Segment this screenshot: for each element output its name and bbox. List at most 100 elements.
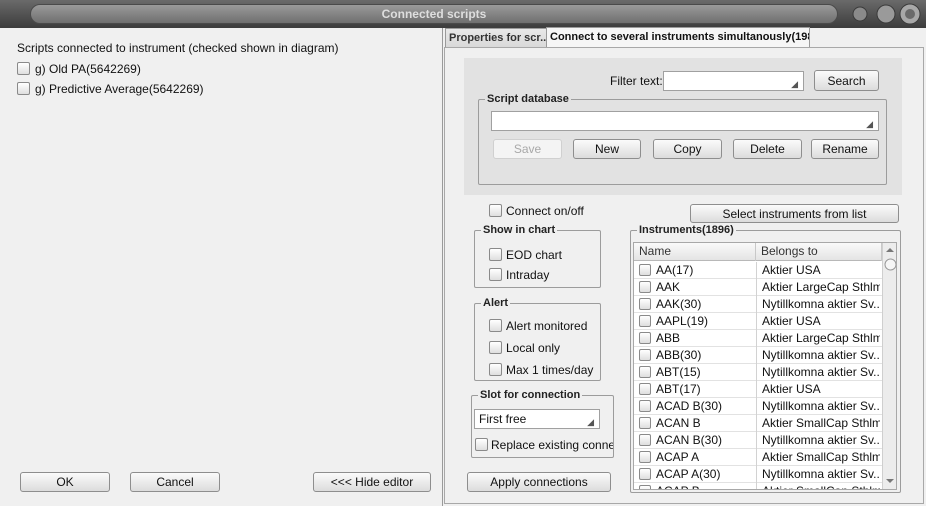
instrument-belongs-to: Nytillkomna aktier Sv...	[762, 399, 880, 413]
instrument-row[interactable]: ABT(17) Aktier USA	[634, 381, 882, 398]
instrument-row[interactable]: AAPL(19) Aktier USA	[634, 313, 882, 330]
instrument-checkbox[interactable]	[639, 349, 651, 361]
instrument-checkbox[interactable]	[639, 451, 651, 463]
instrument-name: ACAN B	[656, 416, 701, 430]
instrument-row[interactable]: ABB Aktier LargeCap Sthlm	[634, 330, 882, 347]
slot-combo[interactable]: First free ◢	[474, 409, 600, 429]
instrument-name: AA(17)	[656, 263, 694, 277]
column-header-name[interactable]: Name	[634, 243, 756, 261]
select-instruments-from-list-button[interactable]: Select instruments from list	[690, 204, 899, 223]
instrument-belongs-to: Aktier USA	[762, 263, 821, 277]
instrument-row[interactable]: ACAD B(30) Nytillkomna aktier Sv...	[634, 398, 882, 415]
replace-existing-option[interactable]: Replace existing connecti	[475, 438, 613, 454]
delete-button[interactable]: Delete	[733, 139, 802, 159]
instrument-checkbox[interactable]	[639, 298, 651, 310]
column-separator	[756, 279, 757, 296]
intraday-label: Intraday	[506, 268, 550, 282]
column-separator	[756, 262, 757, 279]
instrument-row[interactable]: ACAP A(30) Nytillkomna aktier Sv...	[634, 466, 882, 483]
scroll-thumb[interactable]	[884, 258, 897, 271]
dropdown-arrow-icon: ◢	[791, 79, 798, 89]
script-database-combo[interactable]: ◢	[491, 111, 879, 131]
instrument-belongs-to: Nytillkomna aktier Sv...	[762, 297, 880, 311]
script-checkbox[interactable]	[17, 82, 30, 95]
new-button[interactable]: New	[573, 139, 641, 159]
column-separator	[756, 398, 757, 415]
instrument-row[interactable]: ACAP B Aktier SmallCap Sthlm	[634, 483, 882, 489]
instrument-checkbox[interactable]	[639, 468, 651, 480]
save-button[interactable]: Save	[493, 139, 562, 159]
instrument-name: ACAP A	[656, 450, 700, 464]
apply-connections-button[interactable]: Apply connections	[467, 472, 611, 492]
intraday-checkbox[interactable]	[489, 268, 502, 281]
instruments-list[interactable]: Name Belongs to AA(17) Aktier USA AAK Aktie…	[633, 242, 897, 490]
instrument-row[interactable]: ACAP A Aktier SmallCap Sthlm	[634, 449, 882, 466]
instrument-name: ACAP B	[656, 484, 754, 489]
dropdown-arrow-icon: ◢	[866, 119, 873, 129]
instrument-row[interactable]: AAK(30) Nytillkomna aktier Sv...	[634, 296, 882, 313]
rename-button[interactable]: Rename	[811, 139, 879, 159]
instrument-belongs-to: Aktier SmallCap Sthlm	[762, 416, 880, 430]
instrument-name: ABT(17)	[656, 382, 701, 396]
connect-onoff-checkbox[interactable]	[489, 204, 502, 217]
column-separator	[756, 330, 757, 347]
instrument-belongs-to: Nytillkomna aktier Sv...	[762, 467, 880, 481]
window-control-knobs-icon[interactable]	[850, 3, 922, 25]
ok-button[interactable]: OK	[20, 472, 110, 492]
tab-properties-for-script[interactable]: Properties for scr...	[445, 28, 547, 48]
instrument-checkbox[interactable]	[639, 332, 651, 344]
max-times-per-day-checkbox[interactable]	[489, 363, 502, 376]
column-separator	[756, 381, 757, 398]
instrument-checkbox[interactable]	[639, 315, 651, 327]
instrument-name: ACAD B(30)	[656, 399, 723, 413]
instruments-scrollbar[interactable]	[882, 243, 897, 489]
column-separator	[756, 415, 757, 432]
instrument-name: AAPL(19)	[656, 314, 709, 328]
instrument-row[interactable]: AA(17) Aktier USA	[634, 262, 882, 279]
alert-legend: Alert	[483, 297, 509, 309]
instrument-row[interactable]: ACAN B(30) Nytillkomna aktier Sv...	[634, 432, 882, 449]
cancel-button[interactable]: Cancel	[130, 472, 220, 492]
instrument-row[interactable]: ABT(15) Nytillkomna aktier Sv...	[634, 364, 882, 381]
copy-button[interactable]: Copy	[653, 139, 722, 159]
instrument-checkbox[interactable]	[639, 400, 651, 412]
tab-connect-several-instruments[interactable]: Connect to several instruments simultano…	[546, 27, 810, 48]
script-label: g) Old PA(5642269)	[35, 62, 141, 76]
title-bar: Connected scripts	[0, 0, 926, 28]
scroll-down-arrow-icon[interactable]	[885, 476, 895, 486]
instrument-row[interactable]: ACAN B Aktier SmallCap Sthlm	[634, 415, 882, 432]
instrument-name: AAK(30)	[656, 297, 702, 311]
instrument-checkbox[interactable]	[639, 434, 651, 446]
instrument-checkbox[interactable]	[639, 485, 651, 489]
connected-scripts-panel	[0, 28, 443, 506]
instrument-name: ABB(30)	[656, 348, 702, 362]
column-separator	[756, 347, 757, 364]
scroll-up-arrow-icon[interactable]	[885, 245, 895, 255]
instrument-belongs-to: Nytillkomna aktier Sv...	[762, 348, 880, 362]
alert-monitored-checkbox[interactable]	[489, 319, 502, 332]
local-only-label: Local only	[506, 341, 561, 355]
search-button[interactable]: Search	[814, 70, 879, 91]
instrument-row[interactable]: AAK Aktier LargeCap Sthlm	[634, 279, 882, 296]
replace-existing-checkbox[interactable]	[475, 438, 488, 451]
show-in-chart-legend: Show in chart	[483, 224, 556, 236]
window-title: Connected scripts	[30, 4, 838, 24]
column-header-belongs-to[interactable]: Belongs to	[756, 243, 882, 261]
instrument-checkbox[interactable]	[639, 264, 651, 276]
instrument-checkbox[interactable]	[639, 281, 651, 293]
instrument-belongs-to: Aktier LargeCap Sthlm	[762, 280, 880, 294]
instrument-name: ABT(15)	[656, 365, 701, 379]
hide-editor-button[interactable]: <<< Hide editor	[313, 472, 431, 492]
replace-existing-label: Replace existing connecti	[491, 438, 613, 452]
instrument-row[interactable]: ABB(30) Nytillkomna aktier Sv...	[634, 347, 882, 364]
local-only-checkbox[interactable]	[489, 341, 502, 354]
eod-chart-checkbox[interactable]	[489, 248, 502, 261]
instrument-checkbox[interactable]	[639, 383, 651, 395]
script-checkbox[interactable]	[17, 62, 30, 75]
alert-monitored-label: Alert monitored	[506, 319, 588, 333]
instrument-checkbox[interactable]	[639, 366, 651, 378]
filter-text-input[interactable]: ◢	[663, 71, 804, 91]
scripts-heading: Scripts connected to instrument (checked…	[17, 41, 339, 55]
instrument-checkbox[interactable]	[639, 417, 651, 429]
instrument-belongs-to: Aktier SmallCap Sthlm	[762, 484, 880, 489]
